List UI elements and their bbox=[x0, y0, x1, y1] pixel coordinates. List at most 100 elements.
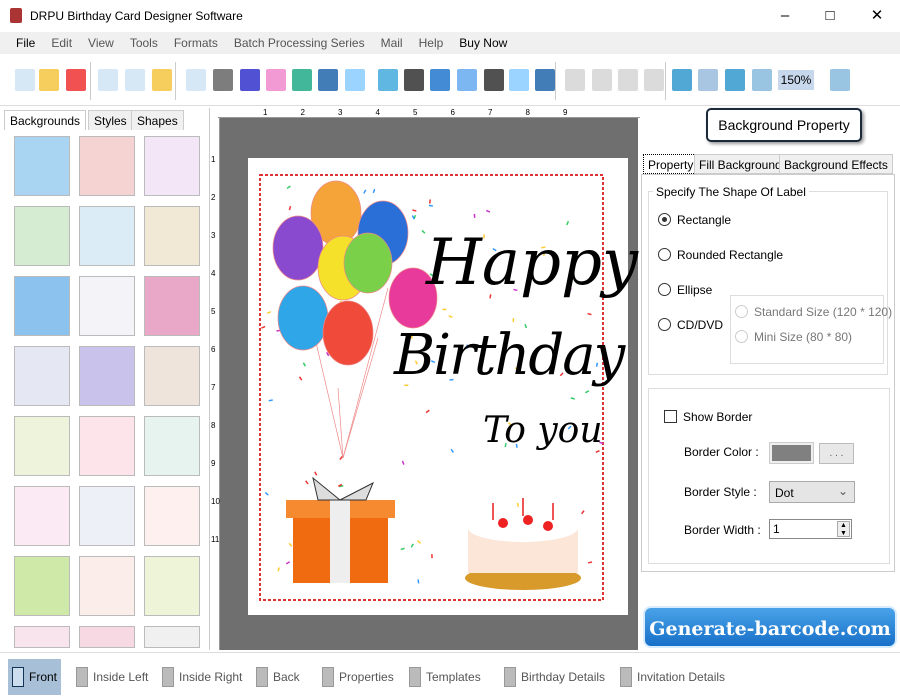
tab-property[interactable]: Property bbox=[643, 154, 699, 174]
radio-mini-size[interactable] bbox=[735, 330, 748, 343]
page-tab-front[interactable]: Front bbox=[8, 659, 62, 695]
radio-standard-size[interactable] bbox=[735, 305, 748, 318]
page-tab-invitation-details[interactable]: Invitation Details bbox=[616, 659, 729, 695]
background-thumbnail[interactable] bbox=[144, 556, 200, 616]
line-icon[interactable] bbox=[535, 69, 555, 91]
radio-rounded-rectangle[interactable] bbox=[658, 248, 671, 261]
background-thumbnail[interactable] bbox=[79, 626, 135, 648]
tab-background-effects[interactable]: Background Effects bbox=[779, 154, 893, 174]
background-thumbnail[interactable] bbox=[14, 136, 70, 196]
tab-shapes[interactable]: Shapes bbox=[131, 110, 184, 130]
background-thumbnail[interactable] bbox=[79, 136, 135, 196]
cut-icon[interactable] bbox=[565, 69, 585, 91]
radio-rectangle[interactable] bbox=[658, 213, 671, 226]
menu-mail[interactable]: Mail bbox=[373, 32, 411, 50]
background-thumbnail[interactable] bbox=[144, 276, 200, 336]
background-thumbnail[interactable] bbox=[14, 486, 70, 546]
fit-icon[interactable] bbox=[725, 69, 745, 91]
new-icon[interactable] bbox=[15, 69, 35, 91]
label-cd-dvd: CD/DVD bbox=[677, 318, 724, 332]
background-thumbnail[interactable] bbox=[79, 346, 135, 406]
delete-icon[interactable] bbox=[644, 69, 664, 91]
tab-backgrounds[interactable]: Backgrounds bbox=[4, 110, 87, 130]
menu-tools[interactable]: Tools bbox=[122, 32, 166, 50]
card-front[interactable]: Happy Birthday To you bbox=[248, 158, 638, 615]
shape-icon[interactable] bbox=[345, 69, 365, 91]
background-thumbnail[interactable] bbox=[79, 276, 135, 336]
page-tab-inside-right[interactable]: Inside Right bbox=[158, 659, 246, 695]
background-thumbnail[interactable] bbox=[14, 206, 70, 266]
minimize-button[interactable]: – bbox=[770, 6, 800, 26]
image-icon[interactable] bbox=[292, 69, 312, 91]
background-thumbnail[interactable] bbox=[79, 206, 135, 266]
close-button[interactable]: ✕ bbox=[862, 6, 892, 26]
word-art-icon[interactable] bbox=[457, 69, 477, 91]
background-thumbnail[interactable] bbox=[144, 626, 200, 648]
print-icon[interactable] bbox=[213, 69, 233, 91]
mail-icon[interactable] bbox=[509, 69, 529, 91]
barcode-icon[interactable] bbox=[404, 69, 424, 91]
background-thumbnail[interactable] bbox=[14, 556, 70, 616]
zoom-out-icon[interactable] bbox=[830, 69, 850, 91]
background-thumbnail[interactable] bbox=[79, 556, 135, 616]
border-style-select[interactable]: Dot ⌄ bbox=[769, 481, 855, 503]
close-icon[interactable] bbox=[66, 69, 86, 91]
card-text-happy[interactable]: Happy bbox=[426, 226, 638, 300]
background-thumbnail[interactable] bbox=[144, 346, 200, 406]
radio-cd-dvd[interactable] bbox=[658, 318, 671, 331]
background-thumbnail[interactable] bbox=[14, 626, 70, 648]
background-thumbnail[interactable] bbox=[79, 486, 135, 546]
menu-buy-now[interactable]: Buy Now bbox=[451, 32, 515, 50]
save-icon[interactable] bbox=[98, 69, 118, 91]
menu-formats[interactable]: Formats bbox=[166, 32, 226, 50]
background-thumbnail[interactable] bbox=[144, 136, 200, 196]
background-thumbnail[interactable] bbox=[14, 416, 70, 476]
grid-icon[interactable] bbox=[672, 69, 692, 91]
zoom-select[interactable]: 150% bbox=[778, 70, 814, 90]
actual-size-icon[interactable] bbox=[698, 69, 718, 91]
menu-edit[interactable]: Edit bbox=[43, 32, 80, 50]
save-as-icon[interactable] bbox=[125, 69, 145, 91]
maximize-button[interactable]: □ bbox=[815, 6, 845, 26]
tab-styles[interactable]: Styles bbox=[88, 110, 133, 130]
border-width-stepper[interactable]: 1 ▲ ▼ bbox=[769, 519, 852, 539]
export-icon[interactable] bbox=[152, 69, 172, 91]
signature-icon[interactable] bbox=[484, 69, 504, 91]
background-thumbnail[interactable] bbox=[144, 486, 200, 546]
watermark-icon[interactable] bbox=[378, 69, 398, 91]
menu-batch-processing-series[interactable]: Batch Processing Series bbox=[226, 32, 373, 50]
radio-ellipse[interactable] bbox=[658, 283, 671, 296]
page-tab-birthday-details[interactable]: Birthday Details bbox=[500, 659, 609, 695]
background-thumbnail[interactable] bbox=[79, 416, 135, 476]
background-thumbnail[interactable] bbox=[14, 346, 70, 406]
spin-arrows-icon[interactable]: ▲ ▼ bbox=[837, 521, 850, 537]
confetti bbox=[512, 318, 515, 323]
pen-icon[interactable] bbox=[318, 69, 338, 91]
generate-barcode-banner[interactable]: Generate-barcode.com bbox=[643, 606, 897, 648]
menu-file[interactable]: File bbox=[8, 32, 43, 50]
background-thumbnail[interactable] bbox=[144, 416, 200, 476]
menu-view[interactable]: View bbox=[80, 32, 122, 50]
menu-help[interactable]: Help bbox=[411, 32, 452, 50]
background-thumbnail[interactable] bbox=[144, 206, 200, 266]
copies-icon[interactable] bbox=[240, 69, 260, 91]
border-color-swatch[interactable] bbox=[769, 442, 814, 464]
card-text-birthday[interactable]: Birthday bbox=[394, 323, 625, 388]
zoom-in-icon[interactable] bbox=[752, 69, 772, 91]
copy-icon[interactable] bbox=[592, 69, 612, 91]
text-icon[interactable] bbox=[430, 69, 450, 91]
page-tab-properties[interactable]: Properties bbox=[318, 659, 398, 695]
page-setup-icon[interactable] bbox=[186, 69, 206, 91]
page-tab-templates[interactable]: Templates bbox=[405, 659, 485, 695]
card-text-to-you[interactable]: To you bbox=[483, 410, 603, 451]
page-tab-back[interactable]: Back bbox=[252, 659, 304, 695]
paste-icon[interactable] bbox=[618, 69, 638, 91]
page-tab-inside-left[interactable]: Inside Left bbox=[72, 659, 152, 695]
open-icon[interactable] bbox=[39, 69, 59, 91]
gift-icon[interactable] bbox=[266, 69, 286, 91]
title-bar: DRPU Birthday Card Designer Software – □… bbox=[0, 0, 900, 32]
show-border-checkbox[interactable] bbox=[664, 410, 677, 423]
tab-fill-background[interactable]: Fill Background bbox=[694, 154, 787, 174]
background-thumbnail[interactable] bbox=[14, 276, 70, 336]
border-color-browse-button[interactable]: . . . bbox=[819, 443, 854, 464]
